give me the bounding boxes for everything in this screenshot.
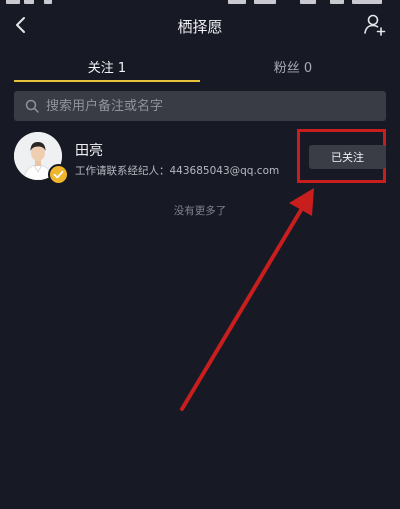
search-bar[interactable] — [14, 91, 386, 121]
add-user-button[interactable] — [360, 10, 390, 40]
page-title: 栖择愿 — [177, 18, 223, 36]
following-button[interactable]: 已关注 — [309, 145, 386, 169]
top-nav-bar: 栖择愿 — [0, 6, 400, 46]
verified-badge — [48, 164, 69, 185]
tab-bar: 关注 1 粉丝 0 — [0, 52, 400, 82]
add-user-icon — [364, 14, 386, 36]
verified-check-icon — [53, 170, 64, 179]
search-icon — [25, 99, 39, 113]
list-end-text: 没有更多了 — [173, 205, 227, 217]
active-tab-indicator — [14, 80, 200, 82]
search-input[interactable] — [46, 91, 386, 121]
tab-following[interactable]: 关注 1 — [14, 57, 200, 76]
user-description: 工作请联系经纪人：443685043@qq.com — [75, 165, 280, 177]
user-name: 田亮 — [75, 143, 103, 159]
tab-followers[interactable]: 粉丝 0 — [200, 57, 386, 76]
